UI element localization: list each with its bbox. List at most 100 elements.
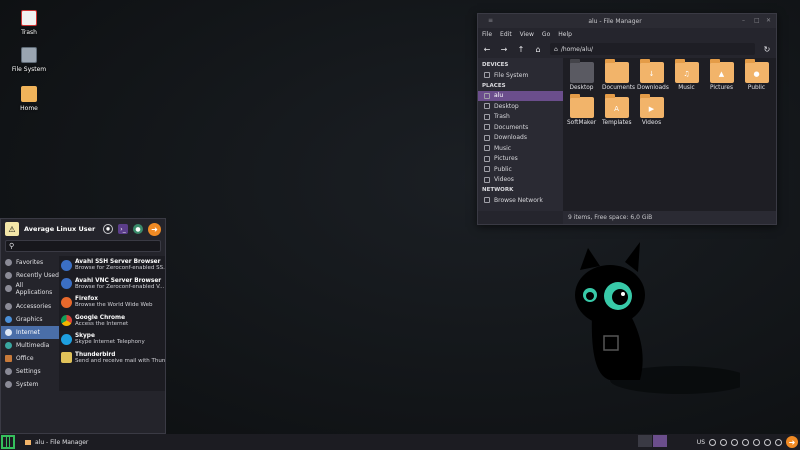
workspace-1[interactable]	[638, 435, 652, 447]
title-bar[interactable]: ≡ alu - File Manager – □ ✕	[478, 14, 776, 28]
category-label: Office	[16, 355, 34, 362]
network-icon[interactable]	[753, 438, 760, 446]
internet-cloud-icon	[5, 329, 12, 336]
home-icon[interactable]: ⌂	[533, 45, 543, 54]
search-box[interactable]: ⚲	[5, 240, 161, 252]
sidebar-item-label: Documents	[494, 123, 529, 131]
notifications-icon[interactable]	[775, 438, 782, 446]
reload-icon[interactable]: ↻	[762, 45, 772, 54]
user-name: Average Linux User	[24, 225, 96, 233]
menu-view[interactable]: View	[520, 31, 534, 38]
sidebar-item-trash[interactable]: Trash	[478, 112, 563, 123]
menu-file[interactable]: File	[482, 31, 492, 38]
clipboard-icon[interactable]	[731, 438, 738, 446]
category-accessories[interactable]: Accessories	[1, 300, 59, 313]
category-list: Favorites Recently Used All Applications…	[1, 256, 59, 391]
file-item-label: Pictures	[710, 85, 733, 91]
app-firefox[interactable]: Firefox Browse the World Wide Web	[59, 293, 165, 312]
category-office[interactable]: Office	[1, 352, 59, 365]
folder-icon	[25, 439, 31, 445]
terminal-icon[interactable]: ›_	[118, 224, 128, 234]
category-settings[interactable]: Settings	[1, 365, 59, 378]
thunderbird-icon	[61, 352, 72, 364]
application-menu: ⚠ Average Linux User ✹ ›_ ● ➜ ⚲ Favorite…	[0, 218, 166, 434]
app-google-chrome[interactable]: Google Chrome Access the Internet	[59, 312, 165, 331]
file-item-desktop[interactable]: Desktop	[567, 59, 596, 91]
sidebar-item-pictures[interactable]: Pictures	[478, 154, 563, 165]
multimedia-icon	[5, 342, 12, 349]
folder-icon	[569, 94, 594, 118]
sidebar-item-label: Videos	[494, 176, 514, 184]
up-arrow-icon[interactable]: ↑	[516, 45, 526, 54]
taskbar-item-file-manager[interactable]: alu - File Manager	[21, 435, 92, 449]
app-description: Browse the World Wide Web	[75, 302, 153, 309]
file-grid: Desktop Documents ↓ Downloads ♫ Music ▲ Pic…	[563, 58, 776, 211]
sidebar-item-videos[interactable]: Videos	[478, 175, 563, 186]
file-item-downloads[interactable]: ↓ Downloads	[637, 59, 669, 91]
category-recently-used[interactable]: Recently Used	[1, 269, 59, 282]
menu-edit[interactable]: Edit	[500, 31, 512, 38]
desktop-icon-file-system[interactable]: File System	[10, 47, 48, 73]
location-pin-icon[interactable]	[709, 438, 716, 446]
maximize-icon[interactable]: □	[754, 18, 760, 24]
settings-gear-icon[interactable]: ✹	[103, 224, 113, 234]
sidebar-item-desktop[interactable]: Desktop	[478, 101, 563, 112]
app-description: Browse for Zeroconf-enabled SS...	[75, 265, 165, 272]
forward-arrow-icon[interactable]: →	[499, 45, 509, 54]
file-item-templates[interactable]: A Templates	[602, 94, 631, 126]
app-skype[interactable]: Skype Skype Internet Telephony	[59, 330, 165, 349]
file-item-pictures[interactable]: ▲ Pictures	[707, 59, 736, 91]
drive-icon	[484, 72, 490, 79]
category-graphics[interactable]: Graphics	[1, 313, 59, 326]
settings-icon	[5, 368, 12, 375]
sidebar-item-downloads[interactable]: Downloads	[478, 133, 563, 144]
keyboard-layout[interactable]: US	[697, 439, 705, 446]
taskbar-item-label: alu - File Manager	[35, 438, 89, 446]
network-icon	[484, 197, 490, 204]
sidebar-item-file-system[interactable]: File System	[478, 70, 563, 81]
sidebar-item-label: Music	[494, 144, 512, 152]
file-item-softmaker[interactable]: SoftMaker	[567, 94, 597, 126]
category-all-applications[interactable]: All Applications	[1, 282, 59, 296]
sidebar-item-label: Downloads	[494, 134, 527, 142]
sidebar-item-browse-network[interactable]: Browse Network	[478, 195, 563, 206]
sidebar-item-documents[interactable]: Documents	[478, 122, 563, 133]
battery-icon[interactable]	[742, 438, 749, 446]
desktop-icon-home[interactable]: Home	[10, 86, 48, 112]
desktop-icon-trash[interactable]: Trash	[10, 10, 48, 36]
file-item-documents[interactable]: Documents	[602, 59, 635, 91]
sidebar-item-music[interactable]: Music	[478, 143, 563, 154]
minimize-icon[interactable]: –	[742, 18, 748, 24]
menu-help[interactable]: Help	[558, 31, 572, 38]
category-favorites[interactable]: Favorites	[1, 256, 59, 269]
search-input[interactable]	[17, 242, 148, 250]
category-system[interactable]: System	[1, 378, 59, 391]
file-item-label: Public	[747, 85, 766, 91]
close-icon[interactable]: ✕	[766, 18, 772, 24]
clock-icon[interactable]	[720, 438, 727, 446]
sidebar-item-alu[interactable]: alu	[478, 90, 563, 101]
office-icon	[5, 355, 12, 362]
manjaro-menu-button[interactable]	[1, 435, 15, 449]
menu-go[interactable]: Go	[542, 31, 550, 38]
file-item-music[interactable]: ♫ Music	[672, 59, 701, 91]
app-description: Browse for Zeroconf-enabled V...	[75, 283, 165, 290]
logout-icon[interactable]: ➜	[148, 222, 161, 236]
app-name: Avahi VNC Server Browser	[75, 277, 162, 284]
back-arrow-icon[interactable]: ←	[482, 45, 492, 54]
app-thunderbird[interactable]: Thunderbird Send and receive mail with Th…	[59, 349, 165, 368]
logout-icon[interactable]: ➜	[786, 436, 798, 448]
location-bar[interactable]: ⌂ /home/alu/	[550, 43, 755, 55]
file-item-videos[interactable]: ▶ Videos	[637, 94, 666, 126]
app-avahi-vnc[interactable]: Avahi VNC Server Browser Browse for Zeroc…	[59, 275, 165, 294]
volume-icon[interactable]	[764, 438, 771, 446]
sidebar-item-public[interactable]: Public	[478, 164, 563, 175]
category-multimedia[interactable]: Multimedia	[1, 339, 59, 352]
lock-screen-icon[interactable]: ●	[133, 224, 143, 234]
file-item-public[interactable]: ● Public	[742, 59, 771, 91]
file-item-label: SoftMaker	[567, 120, 597, 126]
app-avahi-ssh[interactable]: Avahi SSH Server Browser Browse for Zeroc…	[59, 256, 165, 275]
workspace-2[interactable]	[653, 435, 667, 447]
workspace-pager	[638, 435, 667, 447]
category-internet[interactable]: Internet	[1, 326, 59, 339]
